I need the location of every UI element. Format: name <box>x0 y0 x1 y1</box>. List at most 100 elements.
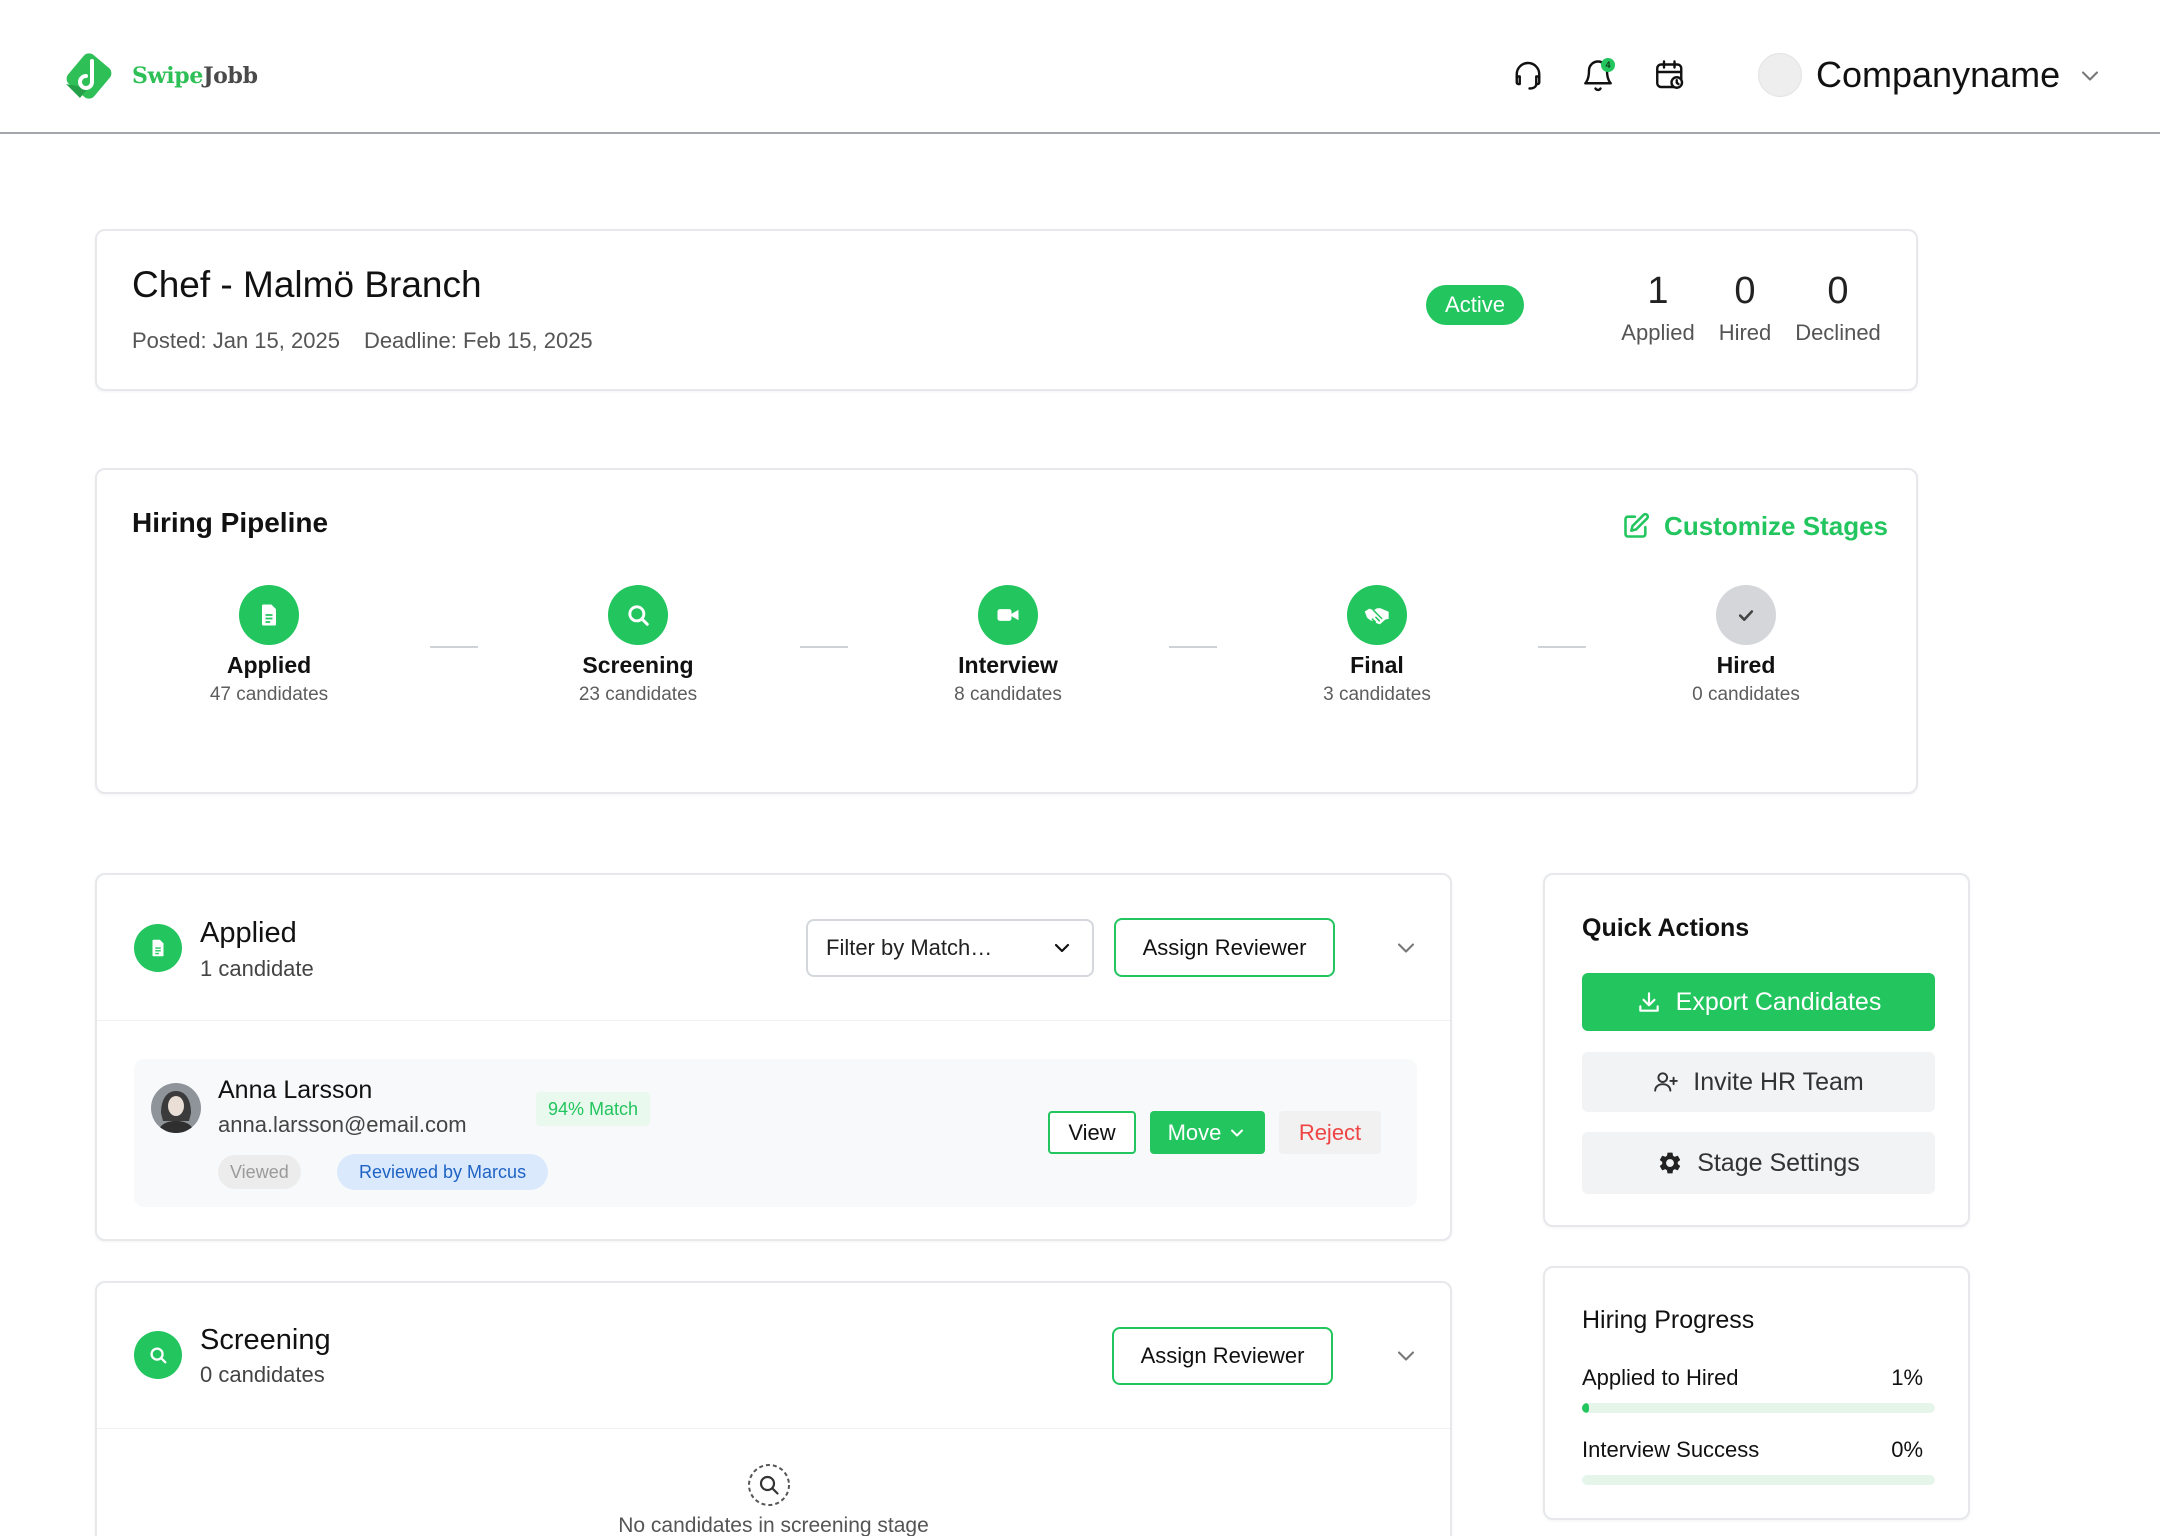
chevron-down-icon[interactable] <box>2076 62 2104 90</box>
top-bar: SwipeJobb 4 Companyname <box>0 0 2160 134</box>
export-label: Export Candidates <box>1675 987 1882 1016</box>
metric-value: 0% <box>1891 1437 1923 1462</box>
viewed-badge: Viewed <box>218 1155 301 1189</box>
candidate-avatar <box>151 1083 201 1133</box>
quick-actions-card: Quick Actions Export Candidates Invite H… <box>1543 873 1970 1227</box>
brand-logo[interactable]: SwipeJobb <box>60 44 258 108</box>
metric-applied-to-hired: Applied to Hired 1% <box>1582 1365 1935 1391</box>
brand-name: SwipeJobb <box>132 63 258 89</box>
edit-icon <box>1624 512 1650 538</box>
assign-reviewer-button[interactable]: Assign Reviewer <box>1114 918 1335 977</box>
stat-declined: 0 Declined <box>1773 267 1903 347</box>
stage-icon-circle <box>978 585 1038 645</box>
stage-icon-circle <box>239 585 299 645</box>
gear-icon <box>1660 1152 1681 1174</box>
support-button[interactable] <box>1510 57 1546 93</box>
collapse-chevron-icon[interactable] <box>1392 1342 1420 1370</box>
move-candidate-button[interactable]: Move <box>1150 1111 1265 1154</box>
chevron-down-icon <box>1231 1129 1244 1136</box>
section-count: 1 candidate <box>200 956 314 981</box>
stage-name: Applied <box>226 652 312 678</box>
logo-icon <box>66 53 112 99</box>
stage-name: Hired <box>1716 652 1776 678</box>
stage-final[interactable]: Final 3 candidates <box>1277 585 1477 707</box>
customize-stages-button[interactable]: Customize Stages <box>1622 508 1888 544</box>
collapse-chevron-icon[interactable] <box>1392 934 1420 962</box>
stage-settings-button[interactable]: Stage Settings <box>1582 1132 1935 1194</box>
brand-name-secondary: Jobb <box>203 63 258 89</box>
search-icon <box>628 605 649 626</box>
stage-connector <box>800 646 848 648</box>
candidate-name[interactable]: Anna Larsson <box>218 1074 372 1106</box>
pipeline-title: Hiring Pipeline <box>132 507 329 538</box>
stage-count: 0 candidates <box>1692 684 1800 705</box>
progress-bar-track <box>1582 1403 1935 1413</box>
section-icon-circle <box>134 924 182 972</box>
reviewed-by-badge: Reviewed by Marcus <box>337 1154 549 1190</box>
export-candidates-button[interactable]: Export Candidates <box>1582 973 1935 1031</box>
stage-settings-label: Stage Settings <box>1697 1148 1860 1177</box>
metric-label: Applied to Hired <box>1582 1365 1739 1390</box>
applied-stage-section: Applied 1 candidate Filter by Match… Ass… <box>95 873 1452 1241</box>
document-icon <box>152 939 164 957</box>
empty-search-icon <box>748 1464 790 1506</box>
section-icon-circle <box>134 1331 182 1379</box>
stage-icon-circle <box>1347 585 1407 645</box>
stage-interview[interactable]: Interview 8 candidates <box>908 585 1108 707</box>
customize-stages-label: Customize Stages <box>1664 511 1888 541</box>
progress-bar-track <box>1582 1475 1935 1485</box>
user-plus-icon <box>1654 1072 1679 1092</box>
stage-screening[interactable]: Screening 23 candidates <box>538 585 738 707</box>
stage-applied[interactable]: Applied 47 candidates <box>169 585 369 707</box>
metric-label: Interview Success <box>1582 1437 1760 1462</box>
assign-reviewer-button[interactable]: Assign Reviewer <box>1112 1327 1333 1385</box>
stat-value: 0 <box>1827 270 1849 312</box>
stage-connector <box>430 646 478 648</box>
section-divider <box>97 1020 1450 1021</box>
progress-bar-fill <box>1582 1403 1590 1413</box>
check-icon <box>1738 610 1754 621</box>
reject-candidate-button[interactable]: Reject <box>1279 1111 1381 1154</box>
stage-icon-circle <box>1716 585 1776 645</box>
stage-count: 8 candidates <box>954 684 1062 705</box>
empty-state-text: No candidates in screening stage <box>618 1514 929 1536</box>
company-avatar[interactable] <box>1758 53 1802 97</box>
company-name[interactable]: Companyname <box>1816 53 2060 97</box>
invite-hr-team-button[interactable]: Invite HR Team <box>1582 1052 1935 1112</box>
stage-name: Interview <box>958 652 1058 678</box>
headset-icon <box>1515 61 1541 90</box>
hiring-progress-title: Hiring Progress <box>1582 1306 1755 1334</box>
video-icon <box>997 609 1019 621</box>
stage-name: Screening <box>582 652 694 678</box>
stage-connector <box>1538 646 1586 648</box>
filter-label: Filter by Match… <box>826 935 993 960</box>
handshake-icon <box>1364 608 1389 625</box>
stage-count: 3 candidates <box>1323 684 1431 705</box>
invite-label: Invite HR Team <box>1693 1067 1864 1096</box>
candidate-email: anna.larsson@email.com <box>218 1112 467 1137</box>
notifications-button[interactable]: 4 <box>1580 57 1616 93</box>
job-summary-card: Chef - Malmö Branch Posted: Jan 15, 2025… <box>95 229 1918 391</box>
download-icon <box>1638 992 1659 1012</box>
brand-name-primary: Swipe <box>132 63 204 89</box>
search-icon <box>150 1347 167 1364</box>
metric-value: 1% <box>1891 1365 1923 1390</box>
match-score-badge: 94% Match <box>536 1092 651 1126</box>
deadline-date: Deadline: Feb 15, 2025 <box>363 328 593 353</box>
view-candidate-button[interactable]: View <box>1048 1111 1136 1154</box>
stage-count: 47 candidates <box>209 684 329 705</box>
candidate-row[interactable]: Anna Larsson anna.larsson@email.com 94% … <box>134 1059 1417 1207</box>
posted-date: Posted: Jan 15, 2025 <box>132 328 340 353</box>
job-meta: Posted: Jan 15, 2025 Deadline: Feb 15, 2… <box>132 328 593 354</box>
stat-label: Declined <box>1795 320 1881 345</box>
stage-count: 23 candidates <box>578 684 698 705</box>
stage-hired[interactable]: Hired 0 candidates <box>1646 585 1846 707</box>
chevron-down-icon <box>1054 943 1070 953</box>
status-badge: Active <box>1426 285 1524 325</box>
calendar-button[interactable] <box>1652 57 1688 93</box>
hiring-pipeline-card: Hiring Pipeline Customize Stages Applied… <box>95 468 1918 794</box>
job-title: Chef - Malmö Branch <box>132 264 482 305</box>
filter-by-match-select[interactable]: Filter by Match… <box>806 919 1094 977</box>
document-icon <box>262 604 276 626</box>
section-divider <box>97 1428 1450 1429</box>
